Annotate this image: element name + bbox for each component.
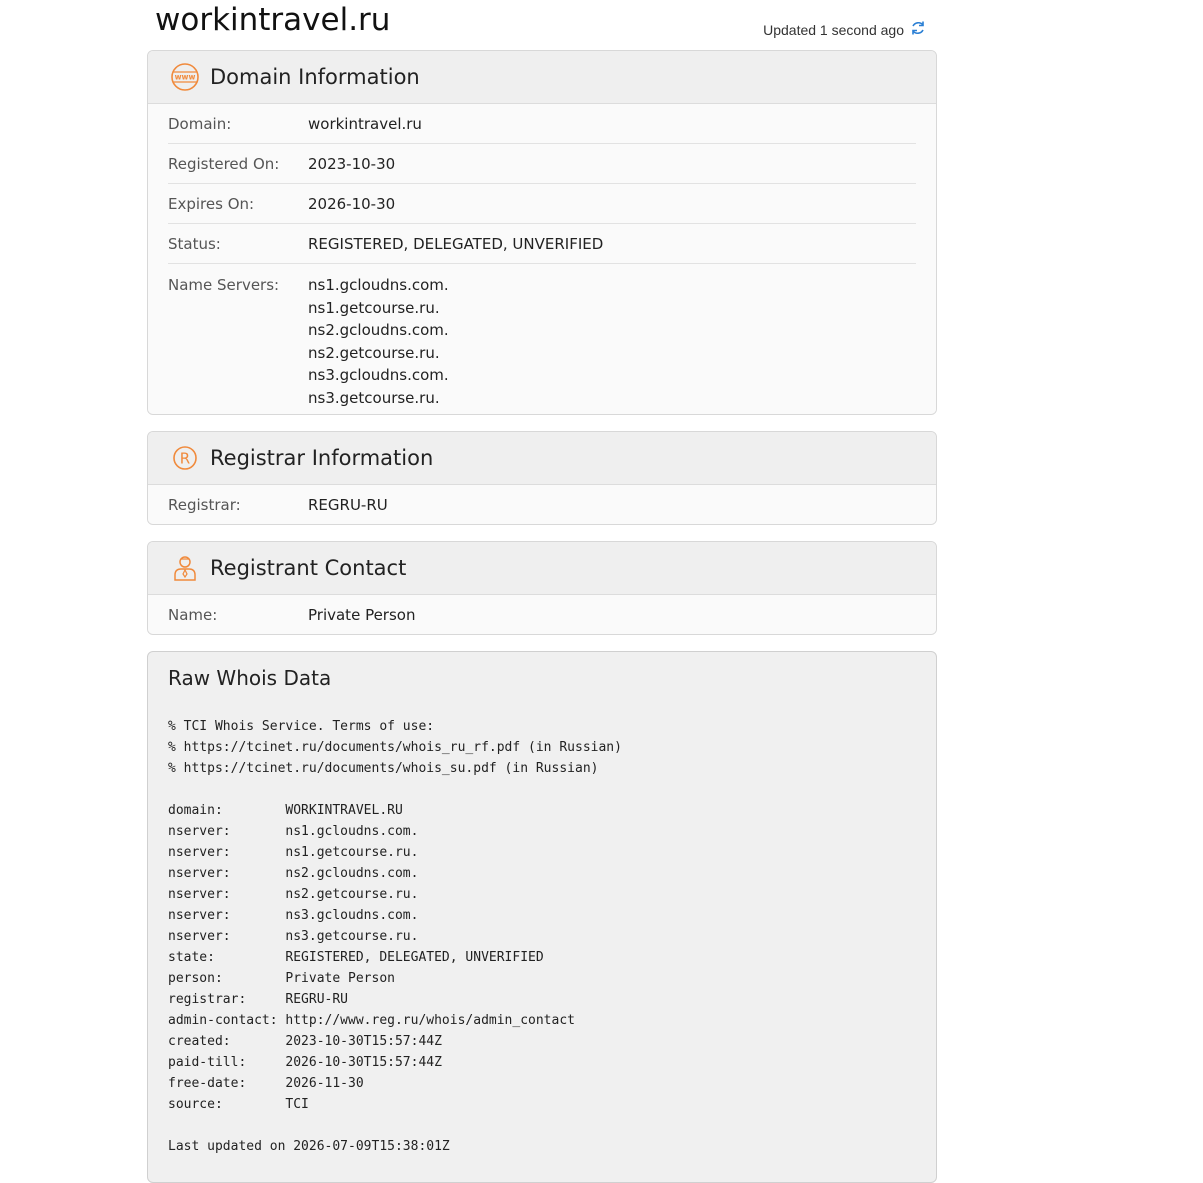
- info-row-registrar: Registrar: REGRU-RU: [168, 485, 916, 524]
- row-value: REGISTERED, DELEGATED, UNVERIFIED: [308, 234, 604, 253]
- name-server: ns2.gcloudns.com.: [308, 321, 449, 339]
- registrar-information-card: R Registrar Information Registrar: REGRU…: [147, 431, 937, 525]
- registrar-information-body: Registrar: REGRU-RU: [148, 485, 936, 524]
- raw-whois-card: Raw Whois Data % TCI Whois Service. Term…: [147, 651, 937, 1183]
- domain-information-card: www Domain Information Domain: workintra…: [147, 50, 937, 415]
- row-value: 2023-10-30: [308, 154, 396, 173]
- refresh-icon[interactable]: [910, 20, 926, 39]
- updated-text: Updated 1 second ago: [763, 21, 904, 38]
- info-row-status: Status: REGISTERED, DELEGATED, UNVERIFIE…: [168, 224, 916, 264]
- updated-status: Updated 1 second ago: [763, 20, 926, 39]
- domain-information-header: www Domain Information: [148, 51, 936, 104]
- registered-icon: R: [170, 443, 200, 473]
- row-value: workintravel.ru: [308, 114, 422, 133]
- info-row-registered-on: Registered On: 2023-10-30: [168, 144, 916, 184]
- raw-whois-title: Raw Whois Data: [168, 666, 332, 690]
- info-row-name-servers: Name Servers: ns1.gcloudns.com. ns1.getc…: [168, 264, 916, 414]
- name-server-list: ns1.gcloudns.com. ns1.getcourse.ru. ns2.…: [308, 274, 449, 409]
- registrant-contact-header: Registrant Contact: [148, 542, 936, 595]
- row-label: Name:: [168, 605, 218, 624]
- row-label: Name Servers:: [168, 276, 280, 294]
- registrar-information-title: Registrar Information: [210, 446, 434, 470]
- name-server: ns1.gcloudns.com.: [308, 276, 449, 294]
- domain-information-body: Domain: workintravel.ru Registered On: 2…: [148, 104, 936, 414]
- svg-text:www: www: [175, 73, 196, 82]
- row-label: Registrar:: [168, 495, 241, 514]
- registrant-contact-card: Registrant Contact Name: Private Person: [147, 541, 937, 635]
- info-row-name: Name: Private Person: [168, 595, 916, 634]
- raw-whois-text: % TCI Whois Service. Terms of use: % htt…: [168, 719, 622, 1154]
- name-server: ns1.getcourse.ru.: [308, 298, 440, 317]
- name-server: ns3.getcourse.ru.: [308, 388, 440, 407]
- row-label: Status:: [168, 234, 221, 253]
- info-row-expires-on: Expires On: 2026-10-30: [168, 184, 916, 224]
- name-server: ns3.gcloudns.com.: [308, 366, 449, 384]
- page-title: workintravel.ru: [155, 2, 391, 38]
- row-label: Registered On:: [168, 154, 280, 173]
- row-value: Private Person: [308, 605, 416, 624]
- domain-information-title: Domain Information: [210, 65, 420, 89]
- row-label: Domain:: [168, 114, 232, 133]
- registrant-contact-title: Registrant Contact: [210, 556, 407, 580]
- row-label: Expires On:: [168, 194, 255, 213]
- row-value: REGRU-RU: [308, 495, 388, 514]
- svg-text:R: R: [180, 450, 190, 468]
- registrar-information-header: R Registrar Information: [148, 432, 936, 485]
- info-row-domain: Domain: workintravel.ru: [168, 104, 916, 144]
- www-globe-icon: www: [170, 62, 200, 92]
- row-value: 2026-10-30: [308, 194, 396, 213]
- person-icon: [170, 553, 200, 583]
- registrant-contact-body: Name: Private Person: [148, 595, 936, 634]
- name-server: ns2.getcourse.ru.: [308, 343, 440, 362]
